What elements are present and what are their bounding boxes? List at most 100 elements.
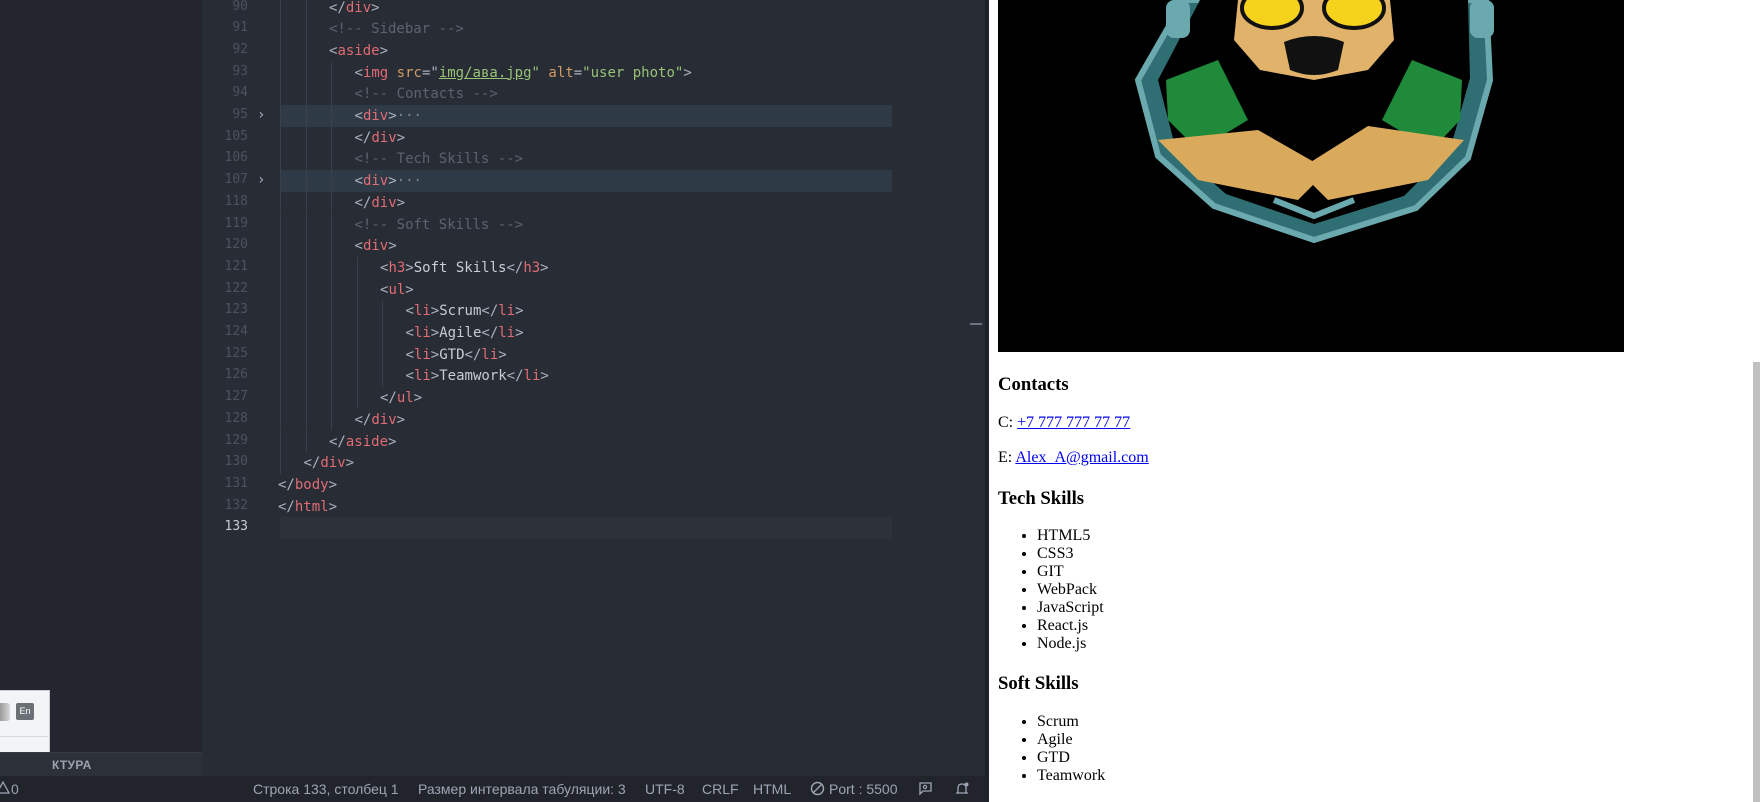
indent-guide — [280, 322, 281, 344]
code-token: > — [515, 303, 524, 320]
code-line[interactable]: 91 <!-- Sidebar --> — [202, 18, 985, 40]
code-line[interactable]: 94 <!-- Contacts --> — [202, 83, 985, 105]
code-line[interactable]: 106 <!-- Tech Skills --> — [202, 148, 985, 171]
app-icon[interactable] — [0, 703, 10, 721]
code-token: > — [396, 129, 406, 146]
code-line[interactable]: 92 <aside> — [202, 39, 985, 62]
code-line[interactable]: 124 <li>Agile</li> — [202, 322, 985, 344]
code-token: Agile — [439, 325, 482, 341]
indent-guide — [305, 278, 307, 301]
code-text: <li>Agile</li> — [406, 325, 524, 341]
code-text: </div> — [304, 455, 355, 471]
indent-guide — [280, 387, 281, 409]
line-number: 118 — [224, 193, 248, 209]
cursor-position[interactable]: Строка 133, столбец 1 — [253, 781, 399, 797]
feedback-icon[interactable] — [918, 781, 934, 800]
line-number: 128 — [224, 410, 248, 426]
phone-link[interactable]: +7 777 777 77 77 — [1017, 414, 1130, 431]
code-line[interactable]: 131 </body> — [202, 474, 985, 496]
code-line[interactable]: 90 </div> — [202, 0, 985, 19]
code-token: body — [294, 476, 329, 493]
indent-guide — [331, 105, 332, 127]
code-token: div — [371, 411, 397, 428]
code-line[interactable]: 130 </div> — [202, 452, 985, 474]
port-status-icon[interactable] — [810, 781, 825, 799]
code-line[interactable]: 133 — [202, 517, 985, 539]
code-token: > — [388, 238, 397, 255]
fold-chevron-icon[interactable]: › — [257, 107, 265, 123]
user-photo — [998, 0, 1624, 352]
code-token: div — [362, 173, 389, 190]
code-line[interactable]: 93 <img src="img/ава.jpg" alt="user photo… — [202, 61, 985, 84]
code-token: div — [320, 455, 346, 472]
code-text: <img src="img/ава.jpg" alt="user photo"> — [355, 65, 692, 81]
notifications-icon[interactable] — [954, 781, 970, 800]
line-number: 120 — [224, 237, 248, 253]
code-line[interactable]: 118 </div> — [202, 191, 985, 214]
live-server-port[interactable]: Port : 5500 — [829, 781, 898, 797]
code-text: <!-- Contacts --> — [355, 86, 498, 102]
outline-section-label: КТУРА — [52, 758, 92, 772]
code-line[interactable]: 132 </html> — [202, 496, 985, 518]
indent-guide — [305, 365, 307, 388]
indent-guide — [331, 213, 332, 236]
code-token: ··· — [396, 173, 422, 190]
code-token: </ — [464, 346, 482, 363]
line-number: 133 — [224, 519, 248, 535]
code-line[interactable]: 120 <div> — [202, 235, 985, 257]
code-token: aside — [337, 42, 380, 59]
code-token: div — [362, 238, 389, 255]
code-token: div — [371, 129, 397, 146]
email-link[interactable]: Alex_A@gmail.com — [1015, 449, 1148, 466]
code-line[interactable]: 122 <ul> — [202, 278, 985, 301]
code-editor[interactable]: 90 </div> 91 <!-- Sidebar --> 92 <aside> 93 <im… — [202, 0, 985, 776]
code-token: > — [388, 433, 397, 450]
indent-guide — [305, 235, 307, 257]
fold-chevron-icon[interactable]: › — [257, 172, 265, 188]
preview-scrollbar-thumb[interactable] — [1753, 362, 1760, 802]
code-token: </ — [303, 455, 321, 472]
code-text: <!-- Tech Skills --> — [355, 151, 524, 167]
code-line[interactable]: 129 </aside> — [202, 430, 985, 453]
problems-count[interactable]: 0 — [11, 781, 19, 797]
language-icon[interactable]: En — [16, 703, 34, 720]
code-token: > — [430, 303, 440, 320]
code-text: </ul> — [380, 390, 422, 406]
line-number: 106 — [224, 150, 248, 166]
browser-preview: Contacts C: +7 777 777 77 77 E: Alex_A@g… — [989, 0, 1760, 802]
code-token: </ — [278, 498, 295, 515]
code-token: li — [413, 368, 431, 385]
outline-section-header[interactable]: КТУРА — [0, 752, 202, 776]
code-token: <!-- Tech Skills --> — [354, 151, 524, 168]
code-token: src — [396, 64, 422, 81]
indent-guide — [305, 105, 307, 127]
code-token: < — [405, 303, 414, 320]
line-number: 119 — [224, 215, 248, 231]
code-line[interactable]: 126 <li>Teamwork</li> — [202, 365, 985, 388]
line-ending[interactable]: CRLF — [702, 781, 739, 797]
code-line[interactable]: 107 › <div>··· — [202, 170, 985, 192]
code-token: > — [540, 368, 549, 385]
indent-guide — [280, 61, 281, 84]
tab-size[interactable]: Размер интервала табуляции: 3 — [418, 781, 626, 797]
code-text: </div> — [355, 412, 406, 428]
indent-guide — [382, 300, 383, 322]
language-mode[interactable]: HTML — [753, 781, 791, 797]
code-token: li — [498, 325, 516, 341]
indent-guide — [305, 148, 307, 171]
indent-guide — [305, 213, 307, 236]
code-line[interactable]: 95 › <div>··· — [202, 105, 985, 127]
code-line[interactable]: 123 <li>Scrum</li> — [202, 300, 985, 322]
code-line[interactable]: 127 </ul> — [202, 387, 985, 409]
code-line[interactable]: 105 </div> — [202, 126, 985, 149]
code-line[interactable]: 119 <!-- Soft Skills --> — [202, 213, 985, 236]
code-token: li — [498, 303, 516, 320]
encoding[interactable]: UTF-8 — [645, 781, 685, 797]
warning-icon[interactable] — [0, 780, 11, 798]
code-line[interactable]: 125 <li>GTD</li> — [202, 343, 985, 366]
code-token: < — [405, 368, 414, 385]
code-line[interactable]: 121 <h3>Soft Skills</h3> — [202, 256, 985, 279]
code-line[interactable]: 128 </div> — [202, 408, 985, 431]
code-token: ul — [396, 390, 414, 407]
indent-guide — [305, 170, 307, 192]
